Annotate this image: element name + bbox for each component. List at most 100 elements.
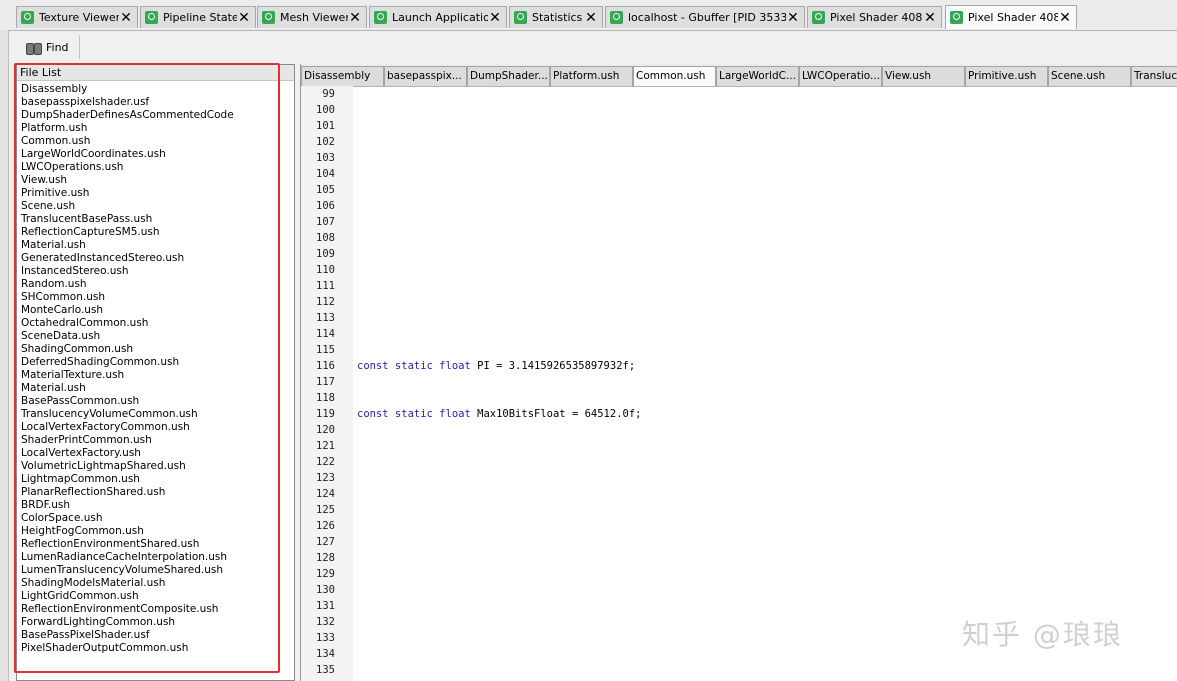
source-file-tab[interactable]: LWCOperatio... [799, 66, 882, 86]
tab-pixel-shader-4082[interactable]: Pixel Shader 4082✕ [945, 5, 1077, 29]
code-line [357, 230, 1172, 246]
file-list-item[interactable]: Primitive.ush [21, 187, 294, 200]
tab-pixel-shader-4082[interactable]: Pixel Shader 4082✕ [807, 6, 942, 28]
file-list-item[interactable]: LocalVertexFactoryCommon.ush [21, 421, 294, 434]
code-line [357, 566, 1172, 582]
source-file-tab[interactable]: basepasspix... [384, 66, 467, 86]
file-list-item[interactable]: LumenRadianceCacheInterpolation.ush [21, 551, 294, 564]
code-line [357, 198, 1172, 214]
file-list-item[interactable]: MaterialTexture.ush [21, 369, 294, 382]
line-number: 126 [301, 518, 353, 534]
file-list-item[interactable]: GeneratedInstancedStereo.ush [21, 252, 294, 265]
code-view[interactable]: const static float PI = 3.14159265358979… [357, 86, 1172, 681]
line-number: 108 [301, 230, 353, 246]
file-list-item[interactable]: LightmapCommon.ush [21, 473, 294, 486]
source-file-tab[interactable]: Primitive.ush [965, 66, 1048, 86]
source-file-tab[interactable]: Platform.ush [550, 66, 633, 86]
file-list-item[interactable]: BRDF.ush [21, 499, 294, 512]
file-list-item[interactable]: Material.ush [21, 382, 294, 395]
tab-label: Pixel Shader 4082 [830, 11, 923, 24]
file-list-item[interactable]: ForwardLightingCommon.ush [21, 616, 294, 629]
file-list-item[interactable]: VolumetricLightmapShared.ush [21, 460, 294, 473]
file-list-item[interactable]: Disassembly [21, 83, 294, 96]
file-list-item[interactable]: Platform.ush [21, 122, 294, 135]
find-button[interactable]: Find [18, 35, 80, 59]
file-list-item[interactable]: Material.ush [21, 239, 294, 252]
code-text: Max10BitsFloat = 64512.0f; [471, 408, 642, 420]
tab-label: Mesh Viewer [280, 11, 348, 24]
close-icon[interactable]: ✕ [923, 10, 937, 26]
file-list-item[interactable]: InstancedStereo.ush [21, 265, 294, 278]
file-list-item[interactable]: PixelShaderOutputCommon.ush [21, 642, 294, 655]
file-list-item[interactable]: ShadingModelsMaterial.ush [21, 577, 294, 590]
close-icon[interactable]: ✕ [348, 10, 362, 26]
line-number: 103 [301, 150, 353, 166]
tab-statistics[interactable]: Statistics✕ [509, 6, 603, 28]
line-number: 105 [301, 182, 353, 198]
file-list-item[interactable]: LightGridCommon.ush [21, 590, 294, 603]
file-list-item[interactable]: LocalVertexFactory.ush [21, 447, 294, 460]
file-list-item[interactable]: PlanarReflectionShared.ush [21, 486, 294, 499]
file-list-item[interactable]: ColorSpace.ush [21, 512, 294, 525]
tab-localhost-gbuffer-pid-35332[interactable]: localhost - Gbuffer [PID 35332]✕ [605, 6, 805, 28]
window-icon [514, 11, 527, 24]
file-list-item[interactable]: LumenTranslucencyVolumeShared.ush [21, 564, 294, 577]
tab-label: localhost - Gbuffer [PID 35332] [628, 11, 786, 24]
file-list-item[interactable]: Random.ush [21, 278, 294, 291]
file-list-item[interactable]: SceneData.ush [21, 330, 294, 343]
line-number: 109 [301, 246, 353, 262]
file-list-item[interactable]: ShadingCommon.ush [21, 343, 294, 356]
line-number: 121 [301, 438, 353, 454]
code-line [357, 86, 1172, 102]
source-file-tab[interactable]: View.ush [882, 66, 965, 86]
file-list-item[interactable]: Scene.ush [21, 200, 294, 213]
file-list-item[interactable]: DeferredShadingCommon.ush [21, 356, 294, 369]
tab-launch-application[interactable]: Launch Application✕ [369, 6, 507, 28]
code-line [357, 326, 1172, 342]
close-icon[interactable]: ✕ [786, 10, 800, 26]
file-list-item[interactable]: TranslucentBasePass.ush [21, 213, 294, 226]
line-number: 102 [301, 134, 353, 150]
close-icon[interactable]: ✕ [488, 10, 502, 26]
close-icon[interactable]: ✕ [1058, 10, 1072, 26]
file-list-item[interactable]: ShaderPrintCommon.ush [21, 434, 294, 447]
file-list-item[interactable]: Common.ush [21, 135, 294, 148]
source-file-tab[interactable]: Transluce [1131, 66, 1177, 86]
file-list-item[interactable]: ReflectionEnvironmentShared.ush [21, 538, 294, 551]
source-file-tab[interactable]: DumpShader... [467, 66, 550, 86]
tab-pipeline-state[interactable]: Pipeline State✕ [140, 6, 256, 28]
file-list-item[interactable]: BasePassPixelShader.usf [21, 629, 294, 642]
source-file-tab[interactable]: Common.ush [633, 66, 716, 86]
source-file-tab[interactable]: Disassembly [301, 66, 384, 86]
source-file-tab[interactable]: LargeWorldC... [716, 66, 799, 86]
tab-texture-viewer[interactable]: Texture Viewer✕ [16, 6, 138, 28]
code-line [357, 310, 1172, 326]
window-icon [262, 11, 275, 24]
code-line [357, 518, 1172, 534]
file-list-header: File List [17, 65, 294, 81]
find-label: Find [46, 41, 69, 54]
close-icon[interactable]: ✕ [584, 10, 598, 26]
line-number: 125 [301, 502, 353, 518]
source-editor: Disassemblybasepasspix...DumpShader...Pl… [300, 64, 1177, 681]
file-list-item[interactable]: OctahedralCommon.ush [21, 317, 294, 330]
file-list-item[interactable]: LargeWorldCoordinates.ush [21, 148, 294, 161]
source-file-tab[interactable]: Scene.ush [1048, 66, 1131, 86]
file-list-item[interactable]: basepasspixelshader.usf [21, 96, 294, 109]
code-line: const static float Max10BitsFloat = 6451… [357, 406, 1172, 422]
file-list-item[interactable]: MonteCarlo.ush [21, 304, 294, 317]
file-list-item[interactable]: BasePassCommon.ush [21, 395, 294, 408]
line-number: 133 [301, 630, 353, 646]
close-icon[interactable]: ✕ [119, 10, 133, 26]
file-list-item[interactable]: ReflectionCaptureSM5.ush [21, 226, 294, 239]
file-list-item[interactable]: DumpShaderDefinesAsCommentedCode [21, 109, 294, 122]
file-list-item[interactable]: SHCommon.ush [21, 291, 294, 304]
file-list-item[interactable]: ReflectionEnvironmentComposite.ush [21, 603, 294, 616]
tab-mesh-viewer[interactable]: Mesh Viewer✕ [257, 6, 367, 28]
file-list-item[interactable]: LWCOperations.ush [21, 161, 294, 174]
tab-label: Pipeline State [163, 11, 237, 24]
file-list-item[interactable]: TranslucencyVolumeCommon.ush [21, 408, 294, 421]
file-list-item[interactable]: View.ush [21, 174, 294, 187]
file-list-item[interactable]: HeightFogCommon.ush [21, 525, 294, 538]
close-icon[interactable]: ✕ [237, 10, 251, 26]
